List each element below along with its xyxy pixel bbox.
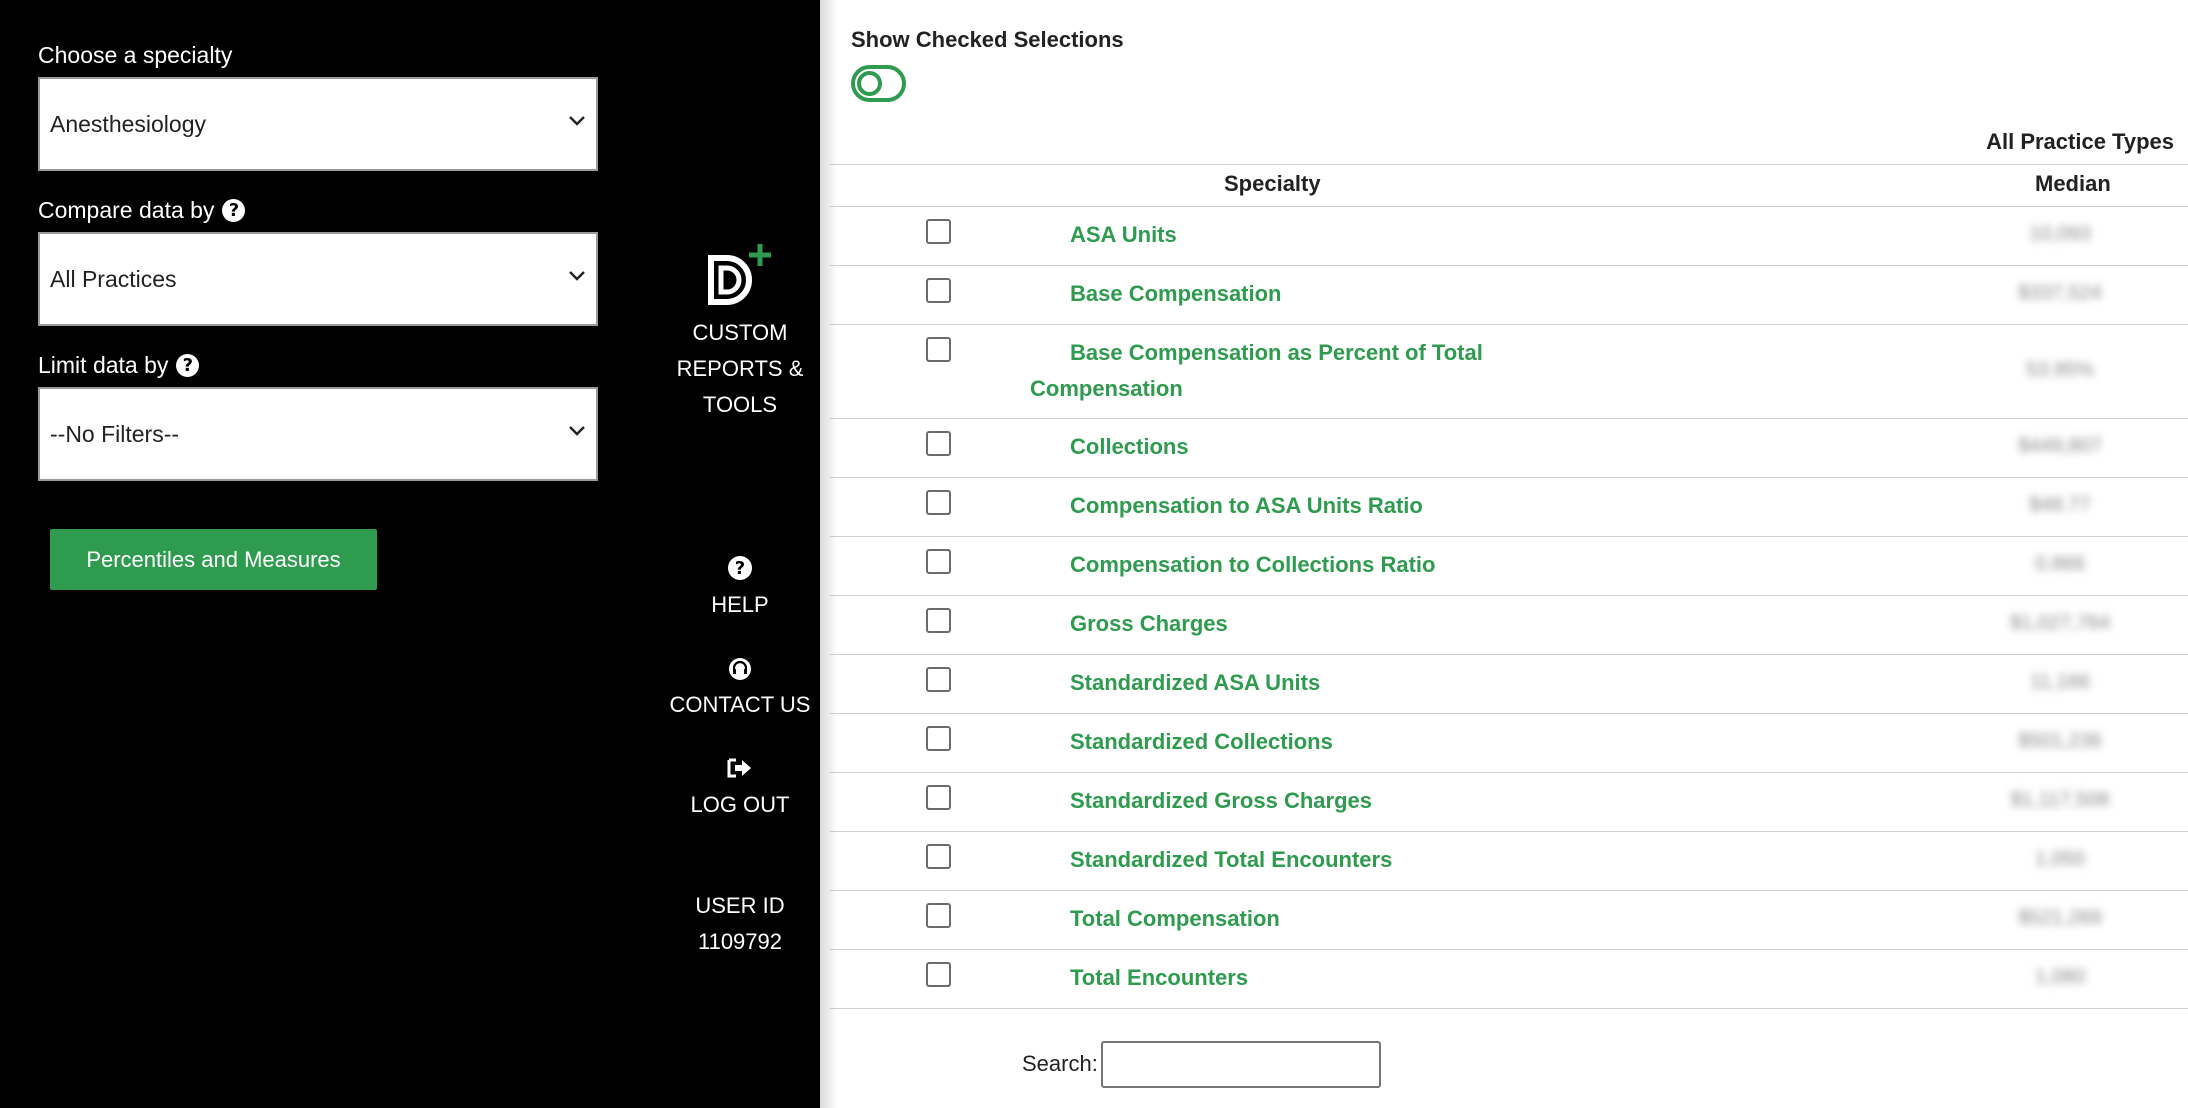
log-out-link[interactable]: LOG OUT (656, 787, 824, 823)
median-value: 1,080 (2034, 966, 2086, 988)
row-checkbox[interactable] (926, 278, 951, 303)
metric-link[interactable]: Gross Charges (1070, 606, 1228, 642)
compare-label: Compare data by ? (38, 197, 246, 224)
row-checkbox[interactable] (926, 490, 951, 515)
metric-link[interactable]: Compensation to ASA Units Ratio (1070, 488, 1423, 524)
column-group-header: All Practice Types (1986, 129, 2174, 154)
table-row: Gross Charges $1,027,764 (830, 596, 2188, 655)
chevron-down-icon (569, 271, 585, 281)
table-row: ASA Units 10,093 (830, 207, 2188, 266)
table-row: Base Compensation as Percent of Total Co… (830, 325, 2188, 419)
table-row: Total Compensation $521,269 (830, 891, 2188, 950)
specialty-label-text: Choose a specialty (38, 42, 233, 68)
median-value: $1,027,764 (2010, 612, 2111, 634)
compare-label-text: Compare data by (38, 197, 215, 223)
median-value: 11,166 (2030, 671, 2090, 693)
help-circle-icon[interactable]: ? (656, 556, 824, 580)
metric-link[interactable]: Compensation to Collections Ratio (1070, 547, 1435, 583)
header-divider (830, 164, 2188, 165)
panel-shadow (820, 0, 838, 1108)
row-checkbox[interactable] (926, 726, 951, 751)
limit-select[interactable]: --No Filters-- (38, 387, 598, 481)
row-checkbox[interactable] (926, 903, 951, 928)
median-value: 0.866 (2034, 553, 2086, 575)
table-row: Standardized Total Encounters 1,050 (830, 832, 2188, 891)
row-checkbox[interactable] (926, 785, 951, 810)
logout-icon[interactable] (656, 757, 824, 779)
row-checkbox[interactable] (926, 844, 951, 869)
table-row: Total Encounters 1,080 (830, 950, 2188, 1009)
column-header-median: Median (2035, 171, 2111, 196)
toggle-knob (857, 71, 882, 96)
column-header-specialty: Specialty (1224, 171, 1321, 196)
help-link[interactable]: HELP (656, 587, 824, 623)
compare-select-value: All Practices (50, 265, 177, 292)
show-checked-toggle[interactable] (851, 65, 906, 102)
table-row: Standardized ASA Units 11,166 (830, 655, 2188, 714)
row-checkbox[interactable] (926, 337, 951, 362)
median-value: 1,050 (2034, 848, 2086, 870)
user-id-value: 1109792 (697, 929, 782, 954)
metric-link[interactable]: Standardized Total Encounters (1070, 842, 1392, 878)
median-value: $521,269 (2018, 907, 2102, 929)
metric-link[interactable]: Standardized ASA Units (1070, 665, 1320, 701)
metric-link[interactable]: Total Compensation (1070, 901, 1280, 937)
median-value: $449,807 (2018, 435, 2102, 457)
row-checkbox[interactable] (926, 962, 951, 987)
custom-reports-line2: REPORTS & (676, 356, 804, 381)
help-circle-icon[interactable]: ? (176, 354, 200, 377)
show-checked-label: Show Checked Selections (851, 27, 1124, 52)
median-value: 10,093 (2029, 223, 2091, 245)
results-panel: Show Checked Selections All Practice Typ… (820, 0, 2188, 1108)
row-checkbox[interactable] (926, 608, 951, 633)
chevron-down-icon (569, 116, 585, 126)
row-checkbox[interactable] (926, 431, 951, 456)
median-value: $1,117,508 (2010, 789, 2110, 811)
specialty-select[interactable]: Anesthesiology (38, 77, 598, 171)
limit-label-text: Limit data by (38, 352, 169, 378)
headset-icon[interactable] (656, 656, 824, 682)
percentiles-button[interactable]: Percentiles and Measures (50, 529, 377, 590)
median-value: $337,524 (2018, 282, 2102, 304)
metric-link[interactable]: Total Encounters (1070, 960, 1248, 996)
custom-reports-line3: TOOLS (702, 392, 778, 417)
row-checkbox[interactable] (926, 667, 951, 692)
specialty-label: Choose a specialty (38, 42, 232, 69)
metric-link[interactable]: Standardized Gross Charges (1070, 783, 1372, 819)
metric-link[interactable]: Base Compensation (1070, 276, 1282, 312)
custom-reports-line1: CUSTOM (692, 320, 788, 345)
median-value: $48.77 (2029, 494, 2091, 516)
median-value: 53.95% (2026, 359, 2094, 381)
row-checkbox[interactable] (926, 549, 951, 574)
limit-select-value: --No Filters-- (50, 420, 180, 447)
side-nav: CUSTOM REPORTS & TOOLS ? HELP CONTACT US… (656, 0, 820, 1108)
row-checkbox[interactable] (926, 219, 951, 244)
median-value: $501,236 (2018, 730, 2102, 752)
metric-link[interactable]: Standardized Collections (1070, 724, 1333, 760)
table-row: Compensation to ASA Units Ratio $48.77 (830, 478, 2188, 537)
filter-panel: Choose a specialty Anesthesiology Compar… (0, 0, 656, 1108)
table-row: Standardized Collections $501,236 (830, 714, 2188, 773)
table-row: Collections $449,807 (830, 419, 2188, 478)
limit-label: Limit data by ? (38, 352, 200, 379)
metric-link[interactable]: Collections (1070, 429, 1189, 465)
user-id-label: USER ID (695, 893, 785, 918)
logo-d-plus-icon[interactable] (656, 240, 824, 312)
help-circle-icon[interactable]: ? (222, 199, 246, 222)
specialty-select-value: Anesthesiology (50, 110, 206, 137)
search-input[interactable] (1101, 1041, 1381, 1088)
chevron-down-icon (569, 426, 585, 436)
contact-us-link[interactable]: CONTACT US (656, 687, 824, 723)
table-row: Base Compensation $337,524 (830, 266, 2188, 325)
table-row: Standardized Gross Charges $1,117,508 (830, 773, 2188, 832)
table-row: Compensation to Collections Ratio 0.866 (830, 537, 2188, 596)
search-label: Search: (1022, 1051, 1098, 1076)
custom-reports-link[interactable]: CUSTOM REPORTS & TOOLS (656, 315, 824, 423)
compare-select[interactable]: All Practices (38, 232, 598, 326)
metric-link[interactable]: Base Compensation as Percent of Total Co… (1030, 335, 1550, 407)
metric-link[interactable]: ASA Units (1070, 217, 1177, 253)
